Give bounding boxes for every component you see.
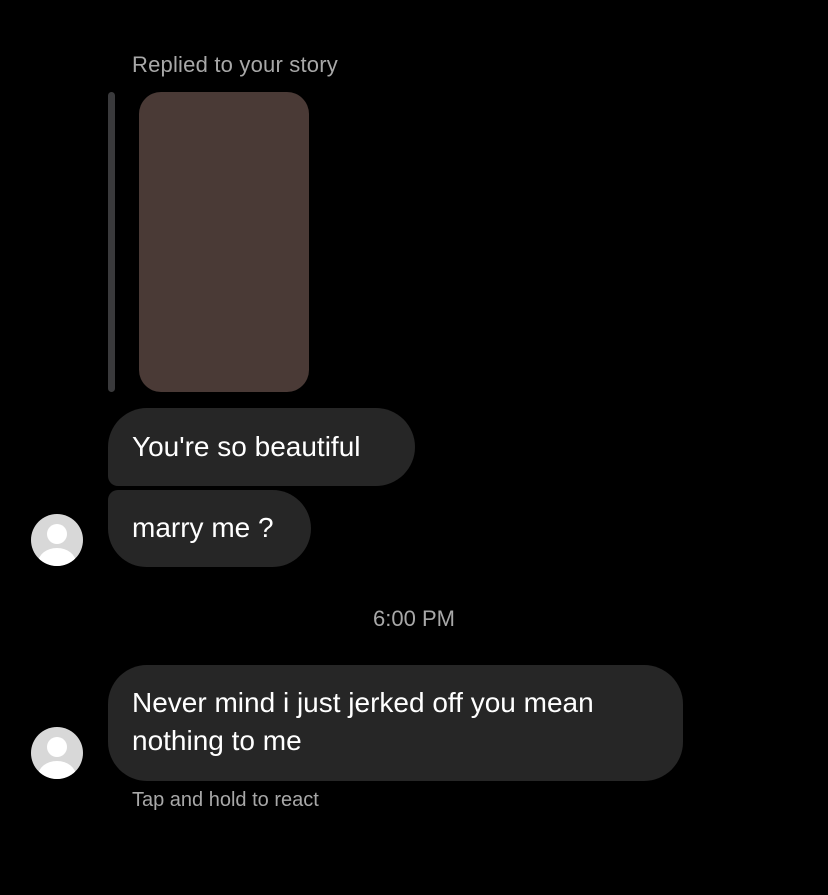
message-bubble[interactable]: You're so beautiful [108, 408, 415, 486]
story-reply-label: Replied to your story [132, 52, 338, 77]
reply-indicator-bar [108, 92, 115, 392]
dm-thread: Replied to your story You're so beautifu… [0, 0, 828, 895]
message-text: Never mind i just jerked off you mean no… [132, 687, 594, 756]
avatar-body-icon [38, 548, 76, 566]
story-thumbnail[interactable] [139, 92, 309, 392]
avatar[interactable] [31, 514, 83, 566]
message-text: You're so beautiful [132, 431, 361, 462]
avatar-head-icon [47, 737, 67, 757]
message-bubble[interactable]: Never mind i just jerked off you mean no… [108, 665, 683, 781]
message-text: marry me ? [132, 512, 274, 543]
react-hint: Tap and hold to react [132, 789, 319, 811]
message-timestamp: 6:00 PM [373, 606, 455, 631]
avatar-body-icon [38, 761, 76, 779]
message-bubble[interactable]: marry me ? [108, 490, 311, 567]
avatar-head-icon [47, 524, 67, 544]
avatar[interactable] [31, 727, 83, 779]
